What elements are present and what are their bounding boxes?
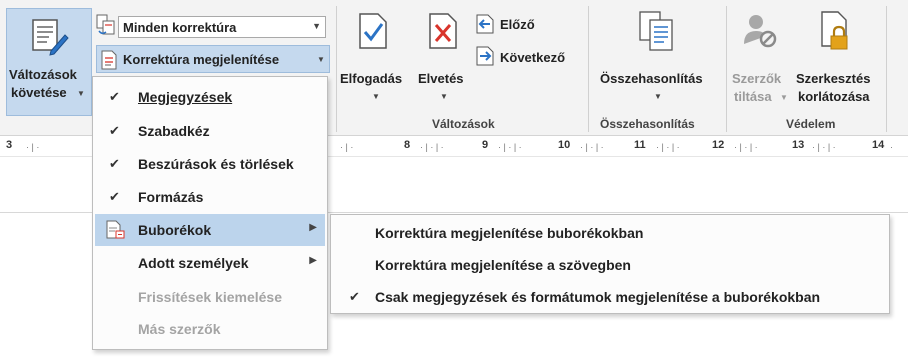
ruler-tick: · [890,142,893,152]
menu-item-label: Szabadkéz [138,123,210,139]
restrict-editing-button[interactable]: Szerkesztés korlátozása [794,8,880,108]
menu-item-ink[interactable]: ✔ Szabadkéz [95,115,325,147]
ruler-tick: · | · | · [420,142,444,152]
submenu-item-label: Korrektúra megjelenítése a szövegben [375,257,631,273]
checkmark-icon: ✔ [109,89,120,104]
menu-item-formatting[interactable]: ✔ Formázás [95,181,325,213]
ruler-tick: · | · | · [656,142,680,152]
submenu-item-label: Csak megjegyzések és formátumok megjelen… [375,289,821,305]
menu-item-highlight-updates: Frissítések kiemelése [95,281,325,313]
chevron-down-icon: ▼ [317,55,325,64]
checkmark-icon: ✔ [349,289,360,304]
ruler-tick: · | · [340,142,354,152]
ruler-number: 11 [634,139,646,151]
track-changes-label-line2: követése [11,85,67,100]
chevron-down-icon: ▼ [312,21,321,31]
ruler-number: 12 [712,139,725,151]
track-changes-label-line1: Változások [9,67,77,82]
block-authors-button[interactable]: Szerzők tiltása ▼ [730,8,792,108]
track-changes-button[interactable]: Változások követése ▼ [6,8,92,116]
accept-icon [359,13,387,49]
show-markup-button[interactable]: Korrektúra megjelenítése ▼ [96,45,330,73]
ruler-number: 13 [792,139,805,151]
lock-icon [821,11,848,50]
markup-combo[interactable]: Minden korrektúra ▼ [118,16,326,38]
compare-group-label: Összehasonlítás [600,117,695,131]
display-for-review-icon [96,14,115,35]
submenu-arrow-icon: ▶ [309,255,317,266]
restrict-editing-label-line2: korlátozása [798,89,870,104]
ruler-tick: · | · | · [498,142,522,152]
block-authors-icon [744,15,777,48]
compare-button[interactable]: Összehasonlítás ▼ [594,8,724,108]
divider [886,6,887,132]
ruler-tick: · | · | · [580,142,604,152]
ruler-number: 3 [6,139,13,151]
menu-item-label: Megjegyzések [138,89,233,105]
divider [336,6,337,132]
show-markup-icon [101,50,117,70]
menu-item-label: Formázás [138,189,204,205]
track-changes-icon [32,19,69,56]
ruler-tick: · | · | · [734,142,758,152]
compare-icon [639,11,673,51]
menu-item-balloons[interactable]: Buborékok ▶ [95,214,325,246]
chevron-down-icon: ▼ [77,89,85,98]
accept-button[interactable]: Elfogadás ▼ [340,8,412,108]
menu-item-label: Más szerzők [138,321,221,337]
previous-label: Előző [500,17,535,32]
chevron-down-icon: ▼ [654,92,662,101]
ruler-number: 9 [482,139,489,151]
menu-item-other-authors: Más szerzők [95,313,325,345]
markup-combo-value: Minden korrektúra [123,20,237,35]
chevron-down-icon: ▼ [372,92,380,101]
chevron-down-icon: ▼ [780,93,788,102]
next-button[interactable]: Következő [476,46,580,68]
menu-item-specific-people[interactable]: Adott személyek ▶ [95,247,325,279]
ruler-tick: · | · [26,142,40,152]
submenu-item-markup-in-balloons[interactable]: Korrektúra megjelenítése buborékokban [333,219,887,249]
checkmark-icon: ✔ [109,123,120,138]
submenu-item-label: Korrektúra megjelenítése buborékokban [375,225,644,241]
submenu-item-comments-formatting-in-balloons[interactable]: ✔ Csak megjegyzések és formátumok megjel… [333,283,887,313]
show-markup-label: Korrektúra megjelenítése [123,52,280,67]
menu-item-label: Adott személyek [138,255,249,271]
show-markup-menu: ✔ Megjegyzések ✔ Szabadkéz ✔ Beszúrások … [92,76,328,350]
menu-item-insertions-deletions[interactable]: ✔ Beszúrások és törlések [95,148,325,180]
submenu-item-markup-inline[interactable]: Korrektúra megjelenítése a szövegben [333,251,887,281]
balloons-submenu: Korrektúra megjelenítése buborékokban Ko… [330,214,890,314]
divider [588,6,589,132]
divider [726,6,727,132]
restrict-editing-label-line1: Szerkesztés [796,71,871,86]
reject-icon [429,13,457,49]
reject-label: Elvetés [418,71,464,86]
reject-button[interactable]: Elvetés ▼ [414,8,474,108]
menu-item-label: Buborékok [138,222,212,238]
next-icon [476,46,494,66]
previous-icon [476,14,494,34]
menu-item-comments[interactable]: ✔ Megjegyzések [95,81,325,113]
previous-button[interactable]: Előző [476,14,576,36]
ruler-number: 10 [558,139,571,151]
checkmark-icon: ✔ [109,156,120,171]
balloons-icon [106,220,125,239]
block-authors-label-line2: tiltása [734,89,772,104]
compare-label: Összehasonlítás [600,71,703,86]
changes-group-label: Változások [432,117,495,131]
checkmark-icon: ✔ [109,189,120,204]
ruler-number: 8 [404,139,411,151]
menu-item-label: Frissítések kiemelése [138,289,282,305]
menu-item-label: Beszúrások és törlések [138,156,294,172]
ruler-number: 14 [872,139,885,151]
block-authors-label-line1: Szerzők [732,71,782,86]
protect-group-label: Védelem [786,117,836,131]
chevron-down-icon: ▼ [440,92,448,101]
accept-label: Elfogadás [340,71,403,86]
next-label: Következő [500,50,566,65]
submenu-arrow-icon: ▶ [309,222,317,233]
ruler-tick: · | · | · [812,142,836,152]
